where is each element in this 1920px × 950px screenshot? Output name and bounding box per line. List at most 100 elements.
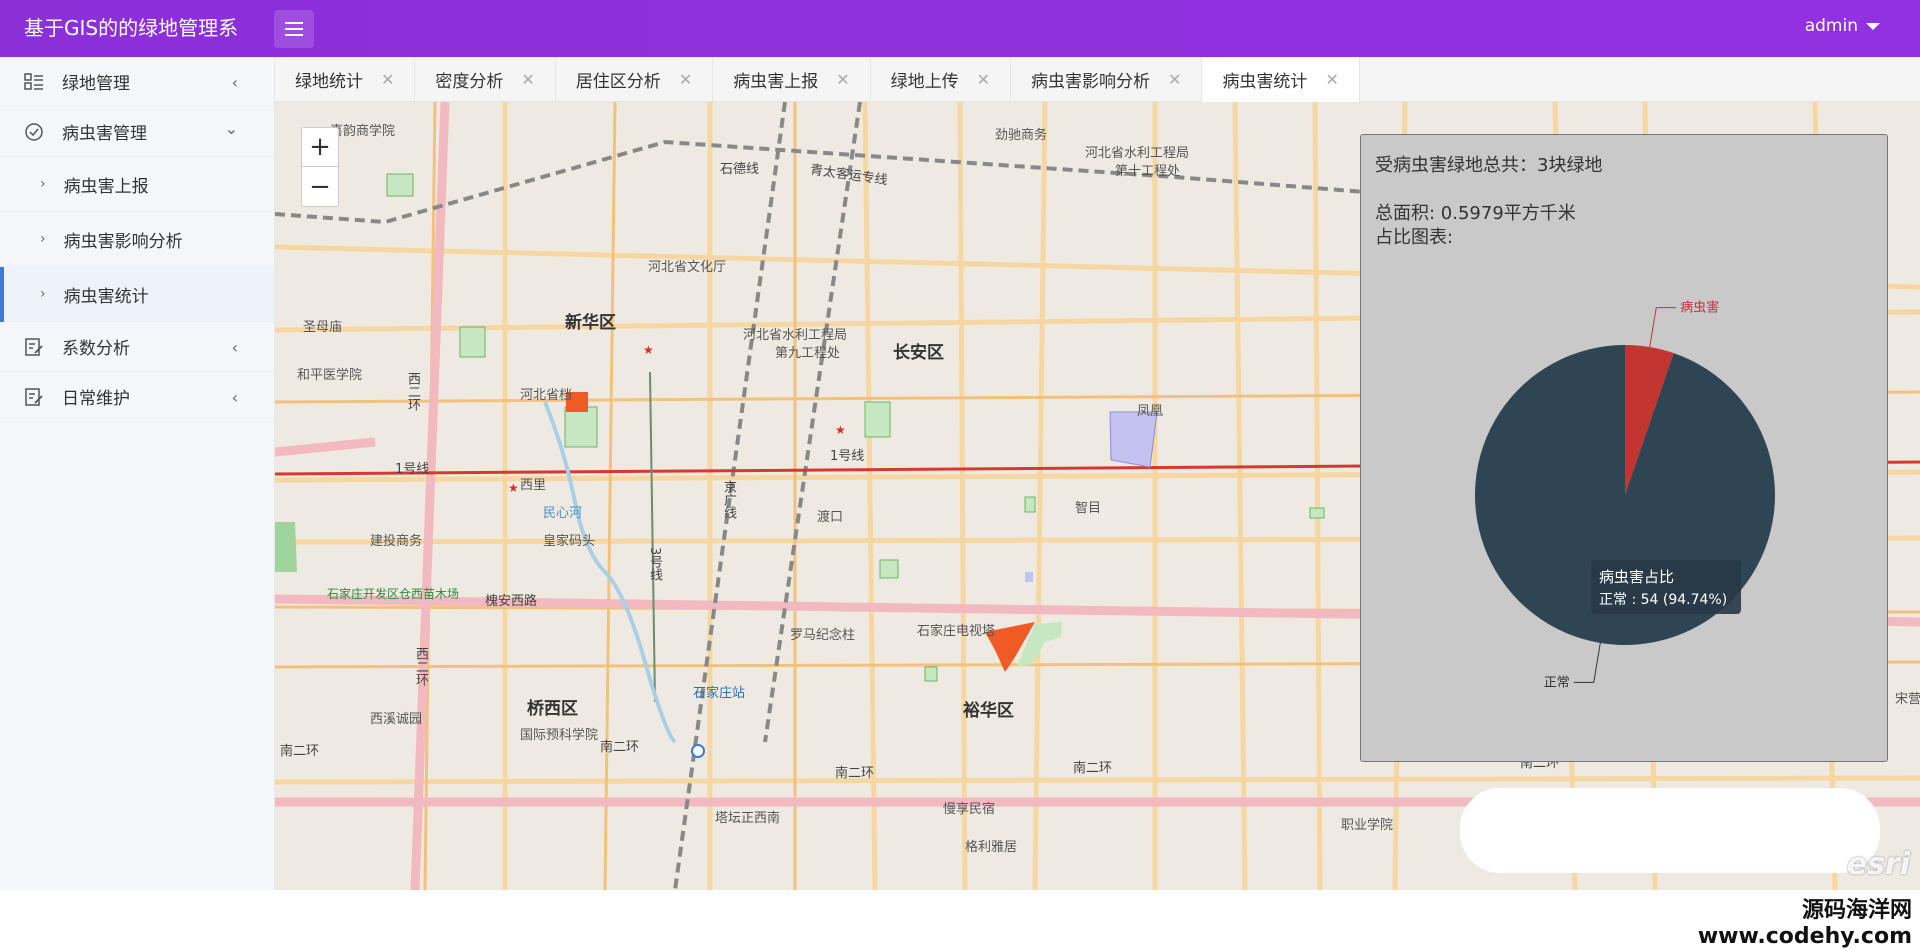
svg-text:★: ★ — [508, 481, 519, 495]
map-label: 西二环 — [413, 647, 428, 686]
edit-doc-icon — [24, 337, 44, 357]
tab-label: 病虫害上报 — [733, 72, 819, 92]
watermark: 源码海洋网 www.codehy.com — [1698, 898, 1912, 950]
sidebar-item-label: 系数分析 — [62, 339, 130, 359]
user-menu[interactable]: admin — [1805, 16, 1880, 36]
chevron-right-icon: › — [40, 176, 46, 192]
map-label: 国际预科学院 — [520, 728, 599, 743]
user-name: admin — [1804, 16, 1858, 36]
tab-pest-stats[interactable]: 病虫害统计 ✕ — [1202, 57, 1360, 102]
map-label: 河北省水利工程局 — [1085, 146, 1190, 161]
total-area-text: 总面积: 0.5979平方千米 — [1375, 203, 1576, 224]
tab-label: 密度分析 — [435, 72, 504, 92]
sidebar: 绿地管理 ‹ 病虫害管理 ⌄ › 病虫害上报 › 病虫害影响分析 › 病虫害统计… — [0, 57, 275, 890]
map-label: 河北省档 — [520, 388, 573, 403]
tab-label: 病虫害影响分析 — [1031, 72, 1151, 92]
map-label: 新华区 — [565, 313, 616, 333]
map-label: 第九工程处 — [775, 346, 841, 361]
map-label: 河北省文化厅 — [648, 260, 727, 275]
tab-residential[interactable]: 居住区分析 ✕ — [556, 57, 714, 102]
map-label: 河北省水利工程局 — [743, 328, 848, 343]
map-label: 长安区 — [893, 343, 944, 363]
pest-greenland-4[interactable] — [1025, 572, 1033, 582]
map-label: 1号线 — [830, 449, 865, 464]
app-title: 基于GIS的的绿地管理系 — [24, 16, 239, 40]
map-label: 慢享民宿 — [943, 802, 996, 817]
caret-down-icon — [1866, 22, 1880, 30]
map-label: 职业学院 — [1341, 818, 1394, 833]
close-icon[interactable]: ✕ — [1168, 70, 1181, 89]
map-label: 西里 — [520, 478, 547, 493]
tab-greenland-stats[interactable]: 绿地统计 ✕ — [275, 57, 416, 102]
sidebar-item-label: 病虫害上报 — [63, 176, 149, 197]
map-label: 槐安西路 — [485, 594, 538, 609]
white-overlay — [1460, 788, 1880, 873]
sidebar-item-label: 日常维护 — [62, 389, 130, 409]
menu-toggle-button[interactable] — [274, 10, 314, 48]
map-label: 西二环 — [405, 372, 420, 411]
tab-density[interactable]: 密度分析 ✕ — [415, 57, 556, 102]
map-label: 南二环 — [280, 744, 320, 759]
map-label: 石家庄电视塔 — [917, 624, 996, 639]
map-label: 劲驰商务 — [995, 128, 1048, 143]
hamburger-icon — [285, 22, 303, 36]
close-icon[interactable]: ✕ — [836, 70, 849, 89]
list-icon — [24, 72, 44, 92]
tab-label: 绿地上传 — [890, 72, 959, 92]
zoom-out-button[interactable]: − — [302, 167, 338, 206]
tooltip-value: 正常 : 54 (94.74%) — [1599, 592, 1727, 608]
tab-label: 病虫害统计 — [1222, 72, 1308, 92]
watermark-line1: 源码海洋网 — [1801, 898, 1912, 923]
map-label: 桥西区 — [527, 699, 578, 719]
chevron-left-icon: ‹ — [231, 73, 238, 92]
pie-label-1: 正常 — [1544, 675, 1570, 690]
pie-chart[interactable]: 病虫害正常 病虫害占比正常 : 54 (94.74%) — [1361, 255, 1889, 755]
footer — [0, 890, 1920, 942]
pie-label-0: 病虫害 — [1680, 300, 1719, 316]
svg-text:★: ★ — [835, 423, 846, 437]
map-label: 石家庄站 — [693, 686, 746, 701]
chart-tooltip: 病虫害占比正常 : 54 (94.74%) — [1591, 560, 1741, 614]
map-label: 凤凰 — [1137, 404, 1164, 419]
map-label: 第十工程处 — [1115, 164, 1181, 179]
chevron-right-icon: › — [40, 231, 46, 247]
zoom-in-button[interactable]: + — [302, 128, 338, 167]
map-label: 1号线 — [395, 462, 430, 477]
pest-stats-panel: 受病虫害绿地总共：3块绿地 总面积: 0.5979平方千米 占比图表: 病虫害正… — [1360, 134, 1888, 762]
pie-label-line-1 — [1573, 642, 1601, 683]
map-label: 渡口 — [817, 510, 844, 525]
sidebar-item-coefficient[interactable]: 系数分析 ‹ — [0, 322, 274, 372]
top-header: 基于GIS的的绿地管理系 admin — [0, 0, 1920, 57]
tab-pest-impact[interactable]: 病虫害影响分析 ✕ — [1011, 57, 1203, 102]
tab-bar: 绿地统计 ✕ 密度分析 ✕ 居住区分析 ✕ 病虫害上报 ✕ 绿地上传 ✕ 病虫害影响分析 ✕… — [275, 57, 1920, 102]
close-icon[interactable]: ✕ — [679, 70, 692, 89]
sidebar-item-maintenance[interactable]: 日常维护 ‹ — [0, 372, 274, 422]
edit-doc-icon — [24, 387, 44, 407]
chevron-down-icon: ⌄ — [224, 119, 238, 138]
sidebar-subitem-pest-report[interactable]: › 病虫害上报 — [0, 157, 274, 212]
close-icon[interactable]: ✕ — [977, 70, 990, 89]
sidebar-subitem-pest-impact[interactable]: › 病虫害影响分析 — [0, 212, 274, 267]
tab-upload[interactable]: 绿地上传 ✕ — [871, 57, 1012, 102]
close-icon[interactable]: ✕ — [1325, 70, 1338, 89]
sidebar-item-pest[interactable]: 病虫害管理 ⌄ — [0, 107, 274, 157]
watermark-line2: www.codehy.com — [1697, 924, 1912, 949]
map-label: 塔坛正西南 — [715, 811, 781, 826]
map-label: 智目 — [1075, 501, 1102, 516]
map-label: 民心河 — [543, 506, 583, 521]
close-icon[interactable]: ✕ — [381, 70, 394, 89]
close-icon[interactable]: ✕ — [521, 70, 534, 89]
chart-caption: 占比图表: — [1375, 227, 1454, 248]
chevron-left-icon: ‹ — [231, 388, 238, 407]
map-label: 宋营 — [1895, 692, 1920, 707]
chevron-left-icon: ‹ — [231, 338, 238, 357]
pest-greenland-3[interactable] — [1109, 411, 1158, 468]
tab-pest-report[interactable]: 病虫害上报 ✕ — [713, 57, 871, 102]
map-label: 建投商务 — [370, 534, 423, 549]
sidebar-subitem-pest-stats[interactable]: › 病虫害统计 — [0, 267, 274, 322]
map-label: 南二环 — [835, 766, 875, 781]
sidebar-item-label: 病虫害管理 — [62, 124, 147, 144]
check-circle-icon — [24, 122, 44, 142]
svg-text:★: ★ — [643, 343, 654, 357]
sidebar-item-greenland[interactable]: 绿地管理 ‹ — [0, 57, 274, 107]
